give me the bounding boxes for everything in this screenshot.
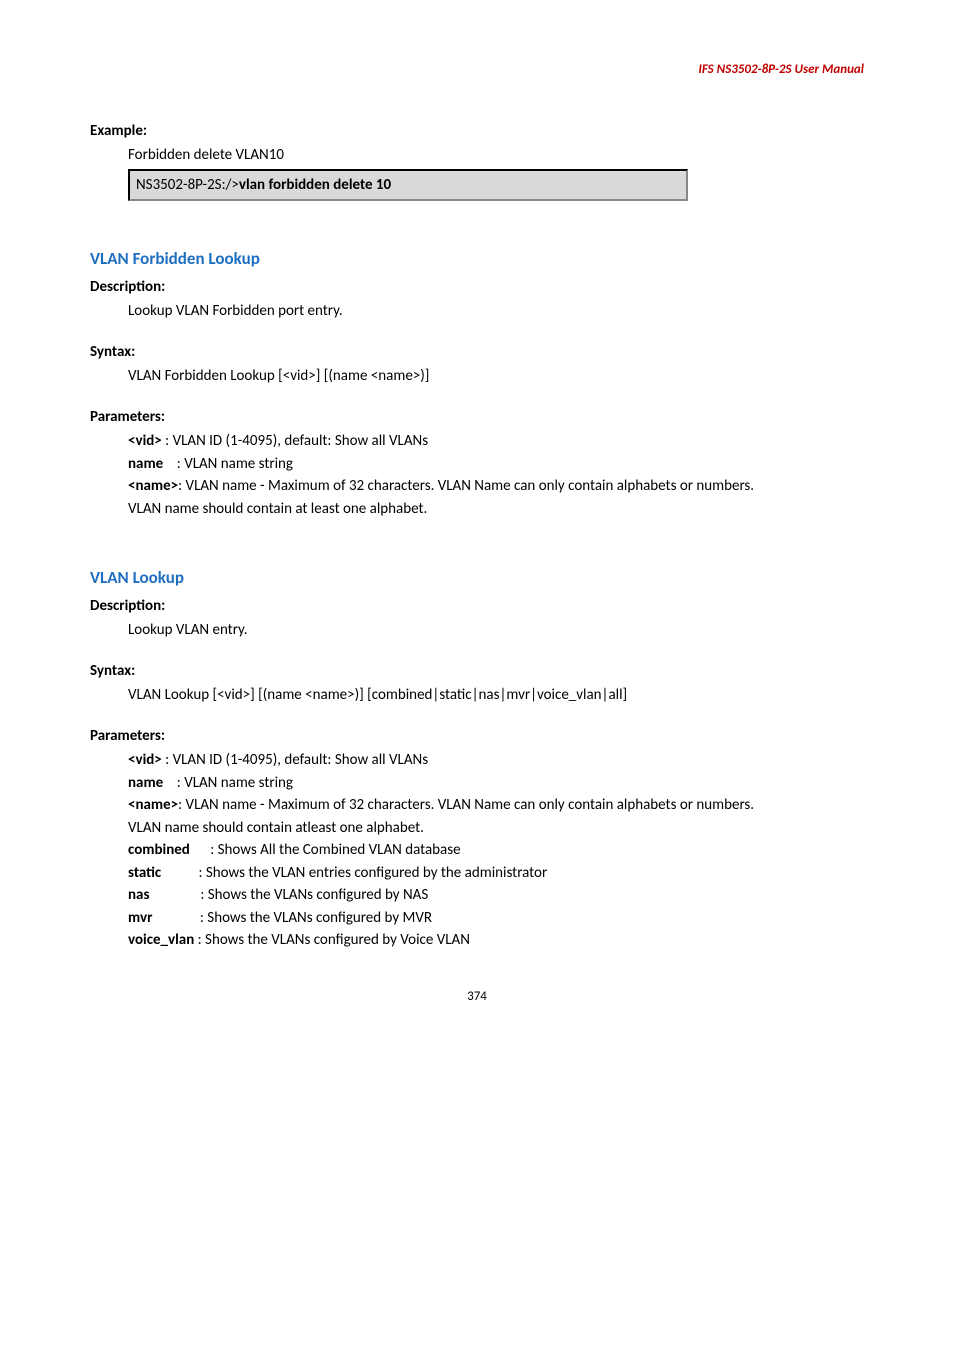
param-combined: combined : Shows All the Combined VLAN d… (128, 839, 864, 862)
param-val: : VLAN ID (1-4095), default: Show all VL… (162, 751, 428, 769)
param-prefix: <name> (128, 796, 178, 814)
param-name-2: name : VLAN name string (128, 772, 864, 795)
param-val: : VLAN name string (163, 774, 293, 792)
syntax-label-1: Syntax: (90, 341, 864, 364)
description-label-2: Description: (90, 595, 864, 618)
description-text-2: Lookup VLAN entry. (128, 619, 864, 642)
param-val: : VLAN name string (163, 455, 293, 473)
param-key: static (128, 864, 161, 882)
param-prefix: <name> (128, 477, 178, 495)
param-key: name (128, 774, 163, 792)
description-text-1: Lookup VLAN Forbidden port entry. (128, 300, 864, 323)
param-nas: nas : Shows the VLANs configured by NAS (128, 884, 864, 907)
param-voice-vlan: voice_vlan : Shows the VLANs configured … (128, 929, 864, 952)
code-command: vlan forbidden delete 10 (239, 176, 391, 194)
param-key: mvr (128, 909, 152, 927)
param-static: static : Shows the VLAN entries configur… (128, 862, 864, 885)
parameters-label-2: Parameters: (90, 725, 864, 748)
param-val: : VLAN name - Maximum of 32 characters. … (178, 796, 754, 814)
param-note-2: VLAN name should contain atleast one alp… (128, 817, 864, 840)
code-prefix: NS3502-8P-2S:/> (136, 176, 239, 194)
example-text: Forbidden delete VLAN10 (128, 144, 864, 167)
param-key: voice_vlan (128, 931, 194, 949)
param-key: <vid> (128, 751, 162, 769)
description-label-1: Description: (90, 276, 864, 299)
param-val: : Shows the VLAN entries configured by t… (161, 864, 547, 882)
syntax-label-2: Syntax: (90, 660, 864, 683)
param-key: <name> (128, 796, 178, 814)
section-title-vlan-forbidden-lookup: VLAN Forbidden Lookup (90, 246, 864, 272)
param-vid-1: <vid> : VLAN ID (1-4095), default: Show … (128, 430, 864, 453)
param-key: name (128, 455, 163, 473)
param-name-1: name : VLAN name string (128, 453, 864, 476)
param-val: : VLAN name - Maximum of 32 characters. … (178, 477, 754, 495)
param-key: combined (128, 841, 190, 859)
section-title-vlan-lookup: VLAN Lookup (90, 565, 864, 591)
param-val: : VLAN ID (1-4095), default: Show all VL… (162, 432, 428, 450)
code-box: NS3502-8P-2S:/>vlan forbidden delete 10 (128, 169, 688, 202)
parameters-label-1: Parameters: (90, 406, 864, 429)
param-val: : Shows the VLANs configured by NAS (149, 886, 428, 904)
page-number: 374 (90, 987, 864, 1007)
param-vid-2: <vid> : VLAN ID (1-4095), default: Show … (128, 749, 864, 772)
param-val: : Shows All the Combined VLAN database (190, 841, 461, 859)
param-name-line-1: <name>: VLAN name - Maximum of 32 charac… (90, 475, 864, 498)
param-note-1: VLAN name should contain at least one al… (128, 498, 864, 521)
param-val: : Shows the VLANs configured by MVR (152, 909, 432, 927)
syntax-text-1: VLAN Forbidden Lookup [<vid>] [(name <na… (128, 365, 864, 388)
header-right: IFS NS3502-8P-2S User Manual (90, 60, 864, 80)
param-name-line-2: <name>: VLAN name - Maximum of 32 charac… (90, 794, 864, 817)
example-label: Example: (90, 120, 864, 143)
param-key: <vid> (128, 432, 162, 450)
param-val: : Shows the VLANs configured by Voice VL… (194, 931, 470, 949)
param-key: nas (128, 886, 149, 904)
param-key: <name> (128, 477, 178, 495)
syntax-text-2: VLAN Lookup [<vid>] [(name <name>)] [com… (128, 684, 864, 707)
param-mvr: mvr : Shows the VLANs configured by MVR (128, 907, 864, 930)
